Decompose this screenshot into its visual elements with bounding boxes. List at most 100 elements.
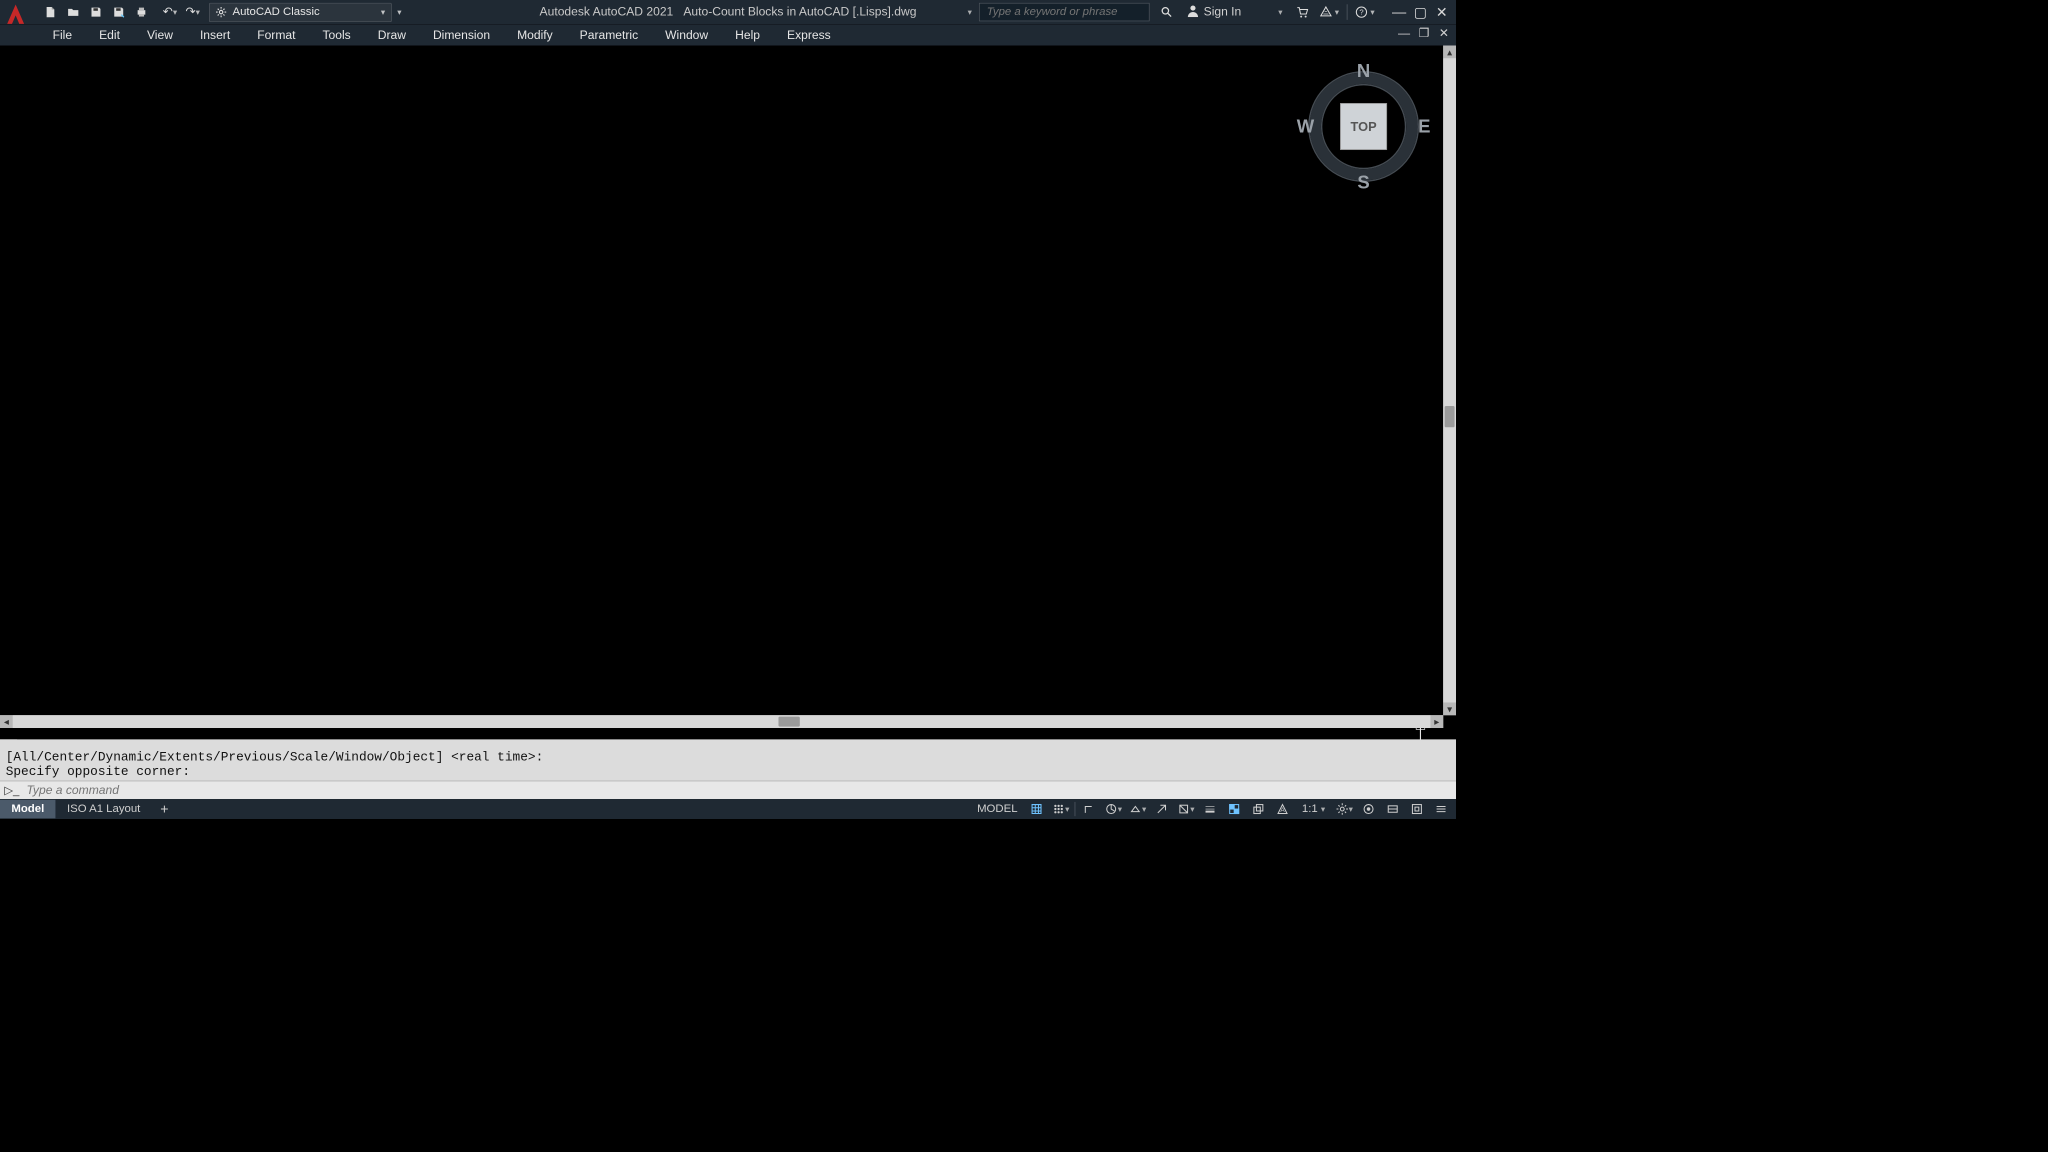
menu-format[interactable]: Format (244, 25, 308, 45)
block-instances-gallery (92, 252, 277, 650)
chevron-down-icon: ▾ (381, 7, 385, 17)
doc-close-button[interactable]: ✕ (1435, 26, 1453, 42)
col-preview: Preview (312, 326, 558, 386)
quick-access-toolbar: ↶ ▾ ↷ ▾ (40, 1, 204, 22)
table-title: Block Data (312, 253, 1050, 326)
doc-restore-button[interactable]: ❐ (1415, 26, 1433, 42)
menu-view[interactable]: View (134, 25, 186, 45)
status-lineweight-icon[interactable] (1200, 800, 1221, 818)
lsp-file-icon: LSP (1108, 270, 1392, 591)
window-close-button[interactable]: ✕ (1432, 3, 1452, 21)
block-data-table: Block Data Preview Block Name Count Chai… (311, 252, 1050, 680)
menu-window[interactable]: Window (652, 25, 721, 45)
qat-redo-icon[interactable]: ↷ ▾ (182, 1, 203, 22)
status-osnap-icon[interactable] (1151, 800, 1172, 818)
name-cell: Plant (558, 526, 804, 605)
workspace-label: AutoCAD Classic (232, 6, 319, 19)
status-grid-icon[interactable] (1026, 800, 1047, 818)
status-isodraft-icon[interactable]: ▾ (1127, 800, 1148, 818)
app-exchange-icon[interactable]: ▾ (1320, 2, 1340, 22)
count-cell: 5 (804, 605, 1050, 680)
title-bar: ↶ ▾ ↷ ▾ AutoCAD Classic ▾ ▾ Autodesk Aut… (0, 0, 1456, 24)
svg-text:?: ? (1360, 8, 1364, 17)
preview-cell (312, 386, 558, 459)
status-ortho-icon[interactable] (1079, 800, 1100, 818)
command-history-line: Specify opposite corner: (6, 765, 1451, 779)
status-snap-icon[interactable]: ▾ (1050, 800, 1071, 818)
workspace-switcher[interactable]: AutoCAD Classic ▾ (209, 2, 392, 21)
menu-file[interactable]: File (40, 25, 85, 45)
qat-new-icon[interactable] (40, 1, 61, 22)
status-transparency-icon[interactable] (1224, 800, 1245, 818)
status-customize-icon[interactable] (1430, 800, 1451, 818)
menu-edit[interactable]: Edit (86, 25, 132, 45)
tab-add-button[interactable]: + (152, 798, 177, 820)
scroll-down-icon[interactable]: ▾ (1443, 702, 1456, 715)
gear-icon (215, 6, 226, 17)
menu-insert[interactable]: Insert (187, 25, 243, 45)
menu-dimension[interactable]: Dimension (420, 25, 503, 45)
qat-save-icon[interactable] (85, 1, 106, 22)
status-annoscale[interactable]: 1:1 ▾ (1296, 803, 1331, 816)
menu-help[interactable]: Help (722, 25, 772, 45)
compass-south[interactable]: S (1357, 171, 1369, 193)
viewcube[interactable]: TOP (1340, 103, 1387, 150)
compass-east[interactable]: E (1418, 116, 1430, 138)
compass-north[interactable]: N (1357, 60, 1370, 82)
scroll-up-icon[interactable]: ▴ (1443, 46, 1456, 59)
menu-bar: FileEditViewInsertFormatToolsDrawDimensi… (0, 24, 1456, 45)
count-cell: 6 (804, 526, 1050, 605)
status-selection-cycling-icon[interactable] (1248, 800, 1269, 818)
cart-icon[interactable] (1292, 2, 1312, 22)
status-annotation-icon[interactable]: A (1272, 800, 1293, 818)
col-name: Block Name (558, 326, 804, 386)
scroll-right-icon[interactable]: ▸ (1430, 715, 1443, 728)
app-logo-icon[interactable] (0, 0, 31, 30)
status-space[interactable]: MODEL (971, 803, 1023, 816)
status-hardware-accel-icon[interactable] (1382, 800, 1403, 818)
nav-compass[interactable]: N E S W TOP (1300, 63, 1428, 191)
window-minimize-button[interactable]: — (1389, 3, 1409, 21)
count-cell: 8 (804, 459, 1050, 526)
signin-button[interactable]: Sign In ▾ (1184, 4, 1286, 20)
qat-open-icon[interactable] (63, 1, 84, 22)
status-gear-icon[interactable]: ▾ (1334, 800, 1355, 818)
svg-text:A: A (1281, 807, 1286, 814)
vscrollbar[interactable]: ▴ ▾ (1443, 46, 1456, 716)
tab-model[interactable]: Model (0, 800, 56, 818)
search-icon[interactable] (1157, 2, 1177, 22)
menu-parametric[interactable]: Parametric (567, 25, 651, 45)
infocenter-chevron-icon[interactable]: ▾ (968, 7, 972, 17)
col-count: Count (804, 326, 1050, 386)
menu-draw[interactable]: Draw (365, 25, 419, 45)
menu-express[interactable]: Express (774, 25, 843, 45)
qat-undo-icon[interactable]: ↶ ▾ (159, 1, 180, 22)
plant-block-icon (91, 401, 141, 454)
scroll-left-icon[interactable]: ◂ (0, 715, 13, 728)
doc-minimize-button[interactable]: — (1395, 26, 1413, 42)
command-history-line: [All/Center/Dynamic/Extents/Previous/Sca… (6, 751, 1451, 765)
menu-modify[interactable]: Modify (504, 25, 565, 45)
hscrollbar[interactable]: ◂ ▸ (0, 715, 1443, 728)
command-input[interactable] (26, 783, 1451, 797)
qat-overflow-icon[interactable]: ▾ (397, 7, 401, 17)
help-icon[interactable]: ?▾ (1355, 2, 1375, 22)
command-line[interactable]: ▷_ (0, 781, 1456, 799)
search-input[interactable] (979, 3, 1150, 21)
tab-layout1[interactable]: ISO A1 Layout (56, 800, 152, 818)
ucs-icon[interactable]: YX (10, 646, 74, 717)
window-title: Autodesk AutoCAD 2021 Auto-Count Blocks … (540, 0, 917, 24)
window-maximize-button[interactable]: ▢ (1411, 3, 1431, 21)
qat-saveas-icon[interactable] (108, 1, 129, 22)
table-row: Plant6 (312, 526, 1050, 605)
status-clean-screen-icon[interactable] (1406, 800, 1427, 818)
status-polar-icon[interactable]: ▾ (1103, 800, 1124, 818)
wcs-badge[interactable]: WCS▾ (1364, 196, 1413, 212)
qat-print-icon[interactable] (131, 1, 152, 22)
menu-tools[interactable]: Tools (310, 25, 364, 45)
status-otrack-icon[interactable]: ▾ (1175, 800, 1196, 818)
chair-block-icon (97, 327, 140, 378)
status-isolate-icon[interactable] (1358, 800, 1379, 818)
compass-west[interactable]: W (1297, 116, 1314, 138)
command-prompt-icon: ▷_ (4, 783, 19, 797)
